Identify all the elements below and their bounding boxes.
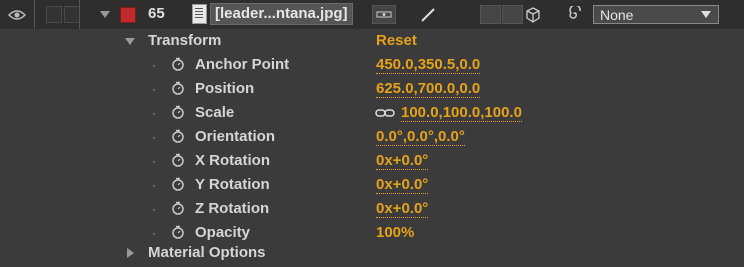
transform-group-row[interactable]: Transform Reset — [0, 29, 744, 53]
stopwatch-icon[interactable] — [171, 105, 185, 119]
audio-toggle[interactable] — [46, 6, 62, 23]
solo-toggle[interactable] — [64, 6, 80, 23]
parent-pick-whip[interactable] — [567, 4, 583, 27]
opacity-label: Opacity — [195, 224, 251, 241]
effects-switch[interactable] — [480, 5, 501, 24]
stopwatch-icon[interactable] — [171, 201, 185, 215]
position-row[interactable]: Position 625.0,700.0,0.0 — [0, 77, 744, 101]
tree-dot — [153, 161, 155, 163]
quality-switch[interactable] — [416, 5, 440, 24]
shy-switch[interactable] — [372, 5, 396, 24]
anchor-point-row[interactable]: Anchor Point 450.0,350.5,0.0 — [0, 53, 744, 77]
material-options-label: Material Options — [148, 244, 266, 261]
anchor-point-label: Anchor Point — [195, 56, 290, 73]
y-rotation-row[interactable]: Y Rotation 0x+0.0° — [0, 173, 744, 197]
tree-dot — [153, 209, 155, 211]
twirl-down-icon[interactable] — [100, 11, 110, 18]
x-rotation-row[interactable]: X Rotation 0x+0.0° — [0, 149, 744, 173]
transform-label: Transform — [148, 32, 222, 49]
twirl-down-icon[interactable] — [125, 38, 135, 45]
orientation-label: Orientation — [195, 128, 276, 145]
scale-label: Scale — [195, 104, 235, 121]
stopwatch-icon[interactable] — [171, 177, 185, 191]
x-rotation-value[interactable]: 0x+0.0° — [376, 152, 429, 170]
orientation-row[interactable]: Orientation 0.0°,0.0°,0.0° — [0, 125, 744, 149]
layer-row[interactable]: 65 [leader...ntana.jpg] None — [0, 0, 744, 30]
stopwatch-icon[interactable] — [171, 153, 185, 167]
timeline-panel: 65 [leader...ntana.jpg] None Transform R… — [0, 0, 744, 267]
opacity-value[interactable]: 100% — [376, 224, 415, 242]
quality-slash-icon — [421, 7, 435, 22]
tree-dot — [153, 65, 155, 67]
eye-icon — [8, 9, 26, 20]
file-icon — [192, 4, 207, 24]
anchor-point-value[interactable]: 450.0,350.5,0.0 — [376, 56, 481, 74]
label-color-swatch[interactable] — [120, 7, 136, 23]
x-rotation-label: X Rotation — [195, 152, 270, 169]
position-value[interactable]: 625.0,700.0,0.0 — [376, 80, 481, 98]
column-divider — [79, 0, 80, 29]
z-rotation-row[interactable]: Z Rotation 0x+0.0° — [0, 197, 744, 221]
shy-switch-icon — [376, 11, 392, 17]
y-rotation-value[interactable]: 0x+0.0° — [376, 176, 429, 194]
motion-blur-switch[interactable] — [502, 5, 523, 24]
tree-dot — [153, 185, 155, 187]
3d-cube-icon — [525, 6, 540, 23]
z-rotation-label: Z Rotation — [195, 200, 270, 217]
3d-layer-switch[interactable] — [522, 5, 543, 24]
twirl-right-icon[interactable] — [127, 248, 134, 258]
reset-button[interactable]: Reset — [376, 32, 417, 49]
parent-spiral-icon — [569, 4, 581, 19]
parent-select-value: None — [600, 6, 634, 23]
stopwatch-icon[interactable] — [171, 57, 185, 71]
tree-dot — [153, 89, 155, 91]
stopwatch-icon[interactable] — [171, 81, 185, 95]
tree-dot — [153, 113, 155, 115]
tree-dot — [153, 137, 155, 139]
scale-row[interactable]: Scale 100.0,100.0,100.0 — [0, 101, 744, 125]
visibility-toggle[interactable] — [0, 0, 35, 29]
tree-dot — [153, 233, 155, 235]
scale-value[interactable]: 100.0,100.0,100.0 — [401, 104, 522, 122]
stopwatch-icon[interactable] — [171, 129, 185, 143]
position-label: Position — [195, 80, 255, 97]
z-rotation-value[interactable]: 0x+0.0° — [376, 200, 429, 218]
parent-select[interactable]: None — [593, 5, 719, 24]
layer-number: 65 — [148, 5, 165, 22]
constrain-proportions-link-icon[interactable] — [375, 107, 395, 119]
orientation-value[interactable]: 0.0°,0.0°,0.0° — [376, 128, 465, 146]
chevron-down-icon — [701, 11, 711, 18]
y-rotation-label: Y Rotation — [195, 176, 270, 193]
stopwatch-icon[interactable] — [171, 225, 185, 239]
material-options-row[interactable]: Material Options — [0, 241, 744, 265]
layer-name[interactable]: [leader...ntana.jpg] — [210, 3, 353, 25]
